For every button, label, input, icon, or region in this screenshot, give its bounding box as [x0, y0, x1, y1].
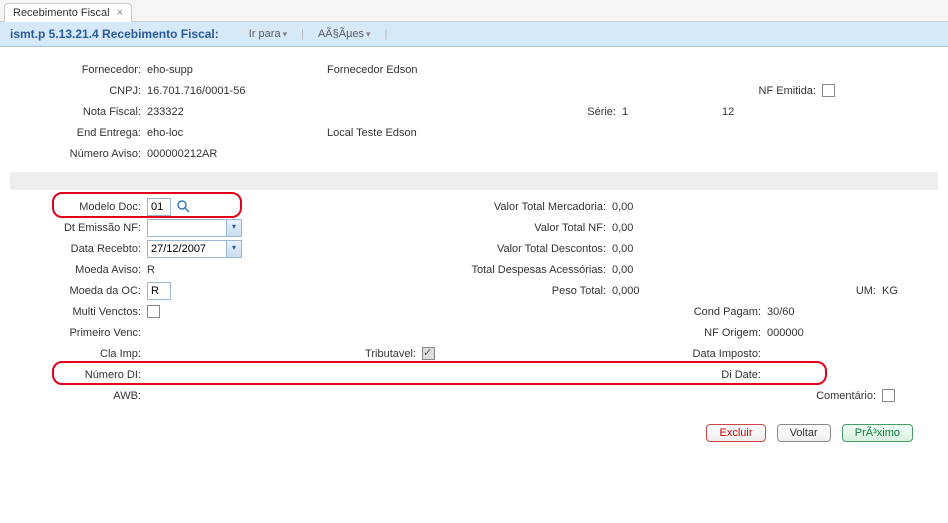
footer-buttons: Excluir Voltar PrÃ³ximo — [10, 414, 938, 452]
menu-acoes[interactable]: AÃ§Ãµes▾ — [318, 28, 371, 40]
valor-total-nf-label: Valor Total NF: — [265, 222, 610, 234]
tab-bar: Recebimento Fiscal × — [0, 0, 948, 22]
peso-label: Peso Total: — [265, 285, 610, 297]
serie-label: Série: — [490, 106, 620, 118]
moeda-aviso-label: Moeda Aviso: — [10, 264, 145, 276]
cond-pagam-label: Cond Pagam: — [265, 306, 765, 318]
valor-total-desc-label: Valor Total Descontos: — [265, 243, 610, 255]
data-recebto-input[interactable] — [147, 240, 227, 258]
multi-venctos-checkbox[interactable] — [147, 305, 160, 318]
total-desp-value: 0,00 — [610, 264, 633, 276]
page-title: ismt.p 5.13.21.4 Recebimento Fiscal: — [10, 27, 219, 41]
cnpj-label: CNPJ: — [10, 85, 145, 97]
header-bar: ismt.p 5.13.21.4 Recebimento Fiscal: Ir … — [0, 22, 948, 47]
tab-close-icon[interactable]: × — [117, 7, 123, 19]
um-value: KG — [880, 285, 898, 297]
modelo-doc-label: Modelo Doc: — [10, 201, 145, 213]
cond-pagam-value: 30/60 — [765, 306, 795, 318]
modelo-doc-input[interactable] — [147, 198, 171, 216]
dt-emissao-input[interactable] — [147, 219, 227, 237]
section-divider — [10, 172, 938, 190]
data-imposto-label: Data Imposto: — [460, 348, 765, 360]
proximo-button[interactable]: PrÃ³ximo — [842, 424, 913, 442]
date-dropdown-icon[interactable]: ▾ — [226, 219, 242, 237]
moeda-oc-label: Moeda da OC: — [10, 285, 145, 297]
end-entrega-name: Local Teste Edson — [325, 127, 490, 139]
nota-fiscal-value: 233322 — [145, 106, 325, 118]
chevron-down-icon: ▾ — [283, 29, 288, 39]
di-date-label: Di Date: — [265, 369, 765, 381]
nf-emitida-checkbox[interactable] — [822, 84, 835, 97]
primeiro-venc-label: Primeiro Venc: — [10, 327, 145, 339]
dt-emissao-label: Dt Emissão NF: — [10, 222, 145, 234]
moeda-oc-input[interactable] — [147, 282, 171, 300]
lookup-icon[interactable] — [177, 200, 191, 214]
numero-di-label: Número DI: — [10, 369, 145, 381]
end-entrega-label: End Entrega: — [10, 127, 145, 139]
menu-ir-para[interactable]: Ir para▾ — [249, 28, 287, 40]
date-dropdown-icon[interactable]: ▾ — [226, 240, 242, 258]
total-desp-label: Total Despesas Acessórias: — [265, 264, 610, 276]
valor-total-merc-value: 0,00 — [610, 201, 633, 213]
serie-value: 1 — [620, 106, 720, 118]
nf-origem-label: NF Origem: — [265, 327, 765, 339]
comentario-checkbox[interactable] — [882, 389, 895, 402]
numero-aviso-value: 000000212AR — [145, 148, 325, 160]
serie-extra: 12 — [720, 106, 734, 118]
valor-total-nf-value: 0,00 — [610, 222, 633, 234]
tab-label: Recebimento Fiscal — [13, 7, 110, 19]
awb-label: AWB: — [10, 390, 145, 402]
data-recebto-label: Data Recebto: — [10, 243, 145, 255]
moeda-aviso-value: R — [145, 264, 265, 276]
fornecedor-name: Fornecedor Edson — [325, 64, 490, 76]
cnpj-value: 16.701.716/0001-56 — [145, 85, 325, 97]
end-entrega-value: eho-loc — [145, 127, 325, 139]
voltar-button[interactable]: Voltar — [777, 424, 831, 442]
nf-origem-value: 000000 — [765, 327, 804, 339]
um-label: UM: — [670, 285, 880, 297]
nf-emitida-label: NF Emitida: — [740, 85, 820, 97]
valor-total-desc-value: 0,00 — [610, 243, 633, 255]
cla-imp-label: Cla Imp: — [10, 348, 145, 360]
numero-aviso-label: Número Aviso: — [10, 148, 145, 160]
nota-fiscal-label: Nota Fiscal: — [10, 106, 145, 118]
multi-venctos-label: Multi Venctos: — [10, 306, 145, 318]
fornecedor-label: Fornecedor: — [10, 64, 145, 76]
excluir-button[interactable]: Excluir — [706, 424, 765, 442]
tributavel-label: Tributavel: — [265, 348, 420, 360]
fornecedor-value: eho-supp — [145, 64, 325, 76]
peso-value: 0,000 — [610, 285, 670, 297]
valor-total-merc-label: Valor Total Mercadoria: — [265, 201, 610, 213]
tab-recebimento-fiscal[interactable]: Recebimento Fiscal × — [4, 3, 132, 22]
form-area: Fornecedor: eho-supp Fornecedor Edson CN… — [0, 47, 948, 464]
chevron-down-icon: ▾ — [366, 29, 371, 39]
comentario-label: Comentário: — [265, 390, 880, 402]
tributavel-checkbox[interactable] — [422, 347, 435, 360]
